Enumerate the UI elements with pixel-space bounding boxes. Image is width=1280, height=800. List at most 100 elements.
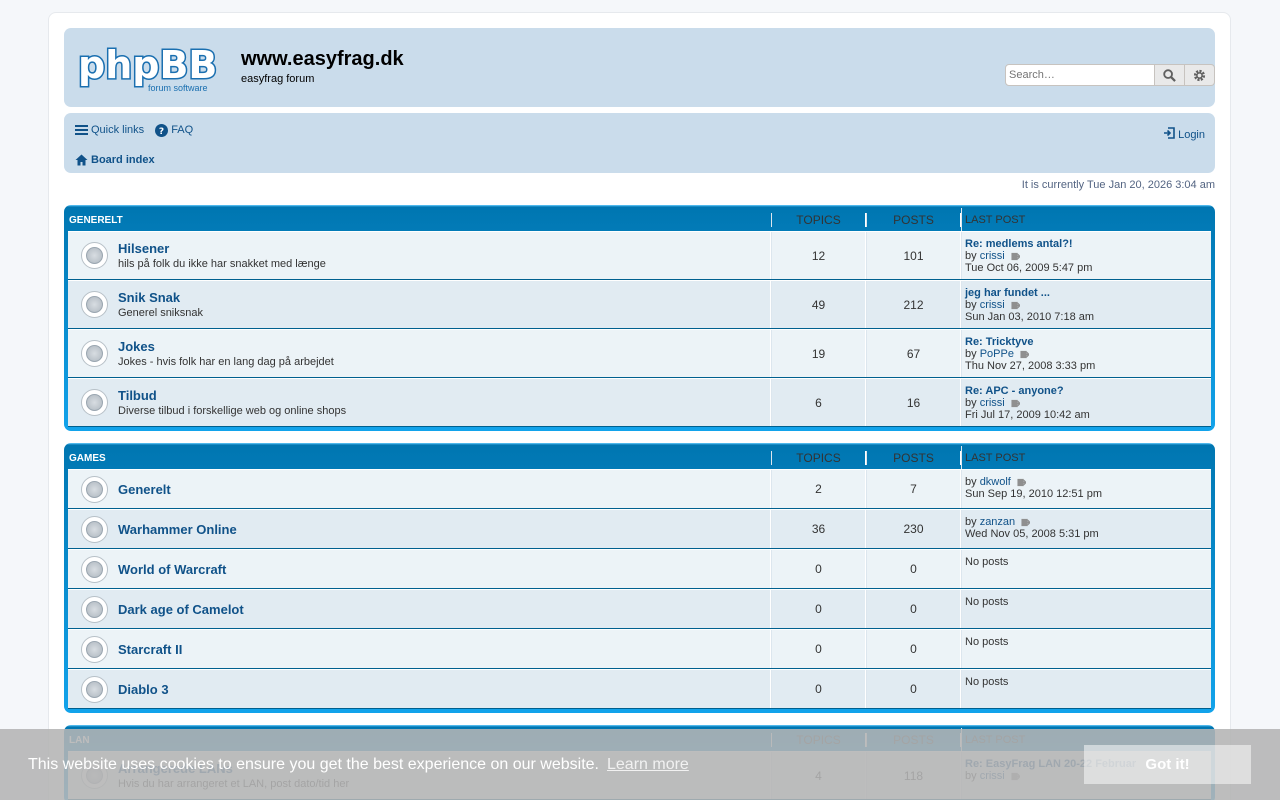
forum-last-post: No posts (961, 590, 1211, 628)
forum-title-link[interactable]: Snik Snak (118, 290, 180, 305)
forum-row: Jokes Jokes - hvis folk har en lang dag p… (68, 329, 1211, 378)
view-latest-post-icon[interactable] (1021, 518, 1031, 527)
login-label: Login (1178, 128, 1205, 141)
faq-link[interactable]: ? FAQ (154, 123, 193, 137)
site-description: easyfrag forum (241, 73, 315, 85)
view-latest-post-icon[interactable] (1020, 350, 1029, 359)
last-post-author[interactable]: crissi (980, 299, 1005, 311)
forum-title-link[interactable]: Jokes (118, 339, 155, 354)
view-latest-post-icon[interactable] (1011, 252, 1020, 261)
forum-read-icon (81, 675, 108, 703)
forum-title-link[interactable]: World of Warcraft (118, 562, 226, 577)
forum-read-icon (81, 515, 108, 543)
last-post-title[interactable]: jeg har fundet ... (965, 287, 1208, 299)
forum-text: Generelt (118, 482, 171, 497)
forum-title-link[interactable]: Dark age of Camelot (118, 602, 244, 617)
forum-main-cell: Dark age of Camelot (68, 590, 771, 628)
cookie-learn-more-link[interactable]: Learn more (607, 756, 689, 774)
forum-row: Starcraft II 0 0 No posts (68, 629, 1211, 669)
forum-topics-count: 36 (771, 510, 866, 548)
last-post-date: Tue Oct 06, 2009 5:47 pm (965, 262, 1093, 274)
topics-column-header: TOPICS (771, 213, 866, 227)
forum-text: Snik Snak Generel sniksnak (118, 290, 203, 319)
cookie-accept-button[interactable]: Got it! (1084, 745, 1251, 784)
forum-row: Snik Snak Generel sniksnak 49 212 jeg har fu… (68, 280, 1211, 329)
quick-links-menu[interactable]: Quick links (74, 123, 144, 137)
forum-title-link[interactable]: Starcraft II (118, 642, 182, 657)
last-post-author[interactable]: crissi (980, 250, 1005, 262)
forum-last-post: Re: medlems antal?! by crissi Tue Oct 06, … (961, 232, 1211, 279)
quick-links-label: Quick links (91, 124, 145, 136)
view-latest-post-icon[interactable] (1017, 478, 1026, 487)
forum-last-post: by zanzan Wed Nov 05, 2008 5:31 pm (961, 510, 1211, 548)
last-post-author[interactable]: crissi (980, 397, 1005, 409)
forum-posts-count: 67 (866, 330, 961, 377)
last-post-title[interactable]: Re: APC - anyone? (965, 385, 1208, 397)
breadcrumb: Board index (74, 153, 159, 167)
view-latest-post-icon[interactable] (1011, 301, 1020, 310)
last-post-date: Sun Jan 03, 2010 7:18 am (965, 311, 1095, 323)
last-post-column-header: LAST POST (961, 446, 1211, 470)
forum-topics-count: 2 (771, 470, 866, 508)
last-post-by: by (965, 250, 977, 262)
search-button[interactable] (1155, 64, 1185, 86)
forum-text: World of Warcraft (118, 562, 226, 577)
forum-title-link[interactable]: Tilbud (118, 388, 157, 403)
forum-read-icon (81, 555, 108, 583)
forum-title-link[interactable]: Diablo 3 (118, 682, 169, 697)
category-name[interactable]: GAMES (68, 453, 771, 464)
last-post-by: by (965, 516, 977, 528)
last-post-title[interactable]: Re: Tricktyve (965, 336, 1208, 348)
last-post-author[interactable]: zanzan (980, 516, 1015, 528)
page-wrap: phpBB phpBB forum software www.easyfrag.… (48, 12, 1231, 800)
last-post-by: by (965, 348, 977, 360)
phpbb-logo[interactable]: phpBB phpBB forum software (78, 42, 230, 94)
question-icon: ? (154, 123, 168, 137)
search-input[interactable] (1005, 64, 1155, 86)
forum-category: GENERELT TOPICS POSTS LAST POST Hilsener hils… (64, 205, 1215, 431)
category-name[interactable]: GENERELT (68, 215, 771, 226)
forum-row: Dark age of Camelot 0 0 No posts (68, 589, 1211, 629)
forum-title-link[interactable]: Generelt (118, 482, 171, 497)
no-posts-text: No posts (965, 596, 1009, 608)
forum-read-icon (81, 340, 108, 367)
cookie-banner: This website uses cookies to ensure you … (0, 729, 1280, 800)
forum-main-cell: Snik Snak Generel sniksnak (68, 281, 771, 328)
view-latest-post-icon[interactable] (1011, 399, 1020, 408)
forum-description: Jokes - hvis folk har en lang dag på arb… (118, 356, 334, 368)
no-posts-text: No posts (965, 556, 1009, 568)
forum-list: GENERELT TOPICS POSTS LAST POST Hilsener hils… (64, 205, 1215, 800)
category-header: GAMES TOPICS POSTS LAST POST (68, 446, 1211, 470)
forum-rows: Hilsener hils på folk du ikke har snakket… (68, 231, 1211, 427)
last-post-title[interactable]: Re: medlems antal?! (965, 238, 1208, 250)
forum-posts-count: 0 (866, 590, 961, 628)
forum-title-link[interactable]: Warhammer Online (118, 522, 237, 537)
forum-last-post: No posts (961, 550, 1211, 588)
last-post-author[interactable]: dkwolf (980, 476, 1011, 488)
forum-topics-count: 0 (771, 590, 866, 628)
forum-main-cell: Warhammer Online (68, 510, 771, 548)
forum-read-icon (81, 291, 108, 318)
forum-title-link[interactable]: Hilsener (118, 241, 169, 256)
forum-read-icon (81, 635, 108, 663)
last-post-column-header: LAST POST (961, 208, 1211, 232)
faq-label: FAQ (171, 124, 194, 136)
category-header: GENERELT TOPICS POSTS LAST POST (68, 208, 1211, 232)
forum-topics-count: 6 (771, 379, 866, 426)
forum-main-cell: Starcraft II (68, 630, 771, 668)
advanced-search-button[interactable] (1185, 64, 1215, 86)
forum-text: Warhammer Online (118, 522, 237, 537)
forum-text: Hilsener hils på folk du ikke har snakket… (118, 241, 326, 270)
forum-last-post: No posts (961, 630, 1211, 668)
login-link[interactable]: Login (1163, 127, 1205, 142)
last-post-by: by (965, 299, 977, 311)
svg-text:forum software: forum software (148, 83, 208, 93)
forum-last-post: No posts (961, 670, 1211, 708)
forum-topics-count: 12 (771, 232, 866, 279)
board-index-crumb[interactable]: Board index (74, 153, 155, 167)
forum-read-icon (81, 475, 108, 503)
svg-text:phpBB: phpBB (78, 43, 217, 87)
last-post-date: Thu Nov 27, 2008 3:33 pm (965, 360, 1096, 372)
forum-posts-count: 0 (866, 670, 961, 708)
last-post-author[interactable]: PoPPe (980, 348, 1014, 360)
